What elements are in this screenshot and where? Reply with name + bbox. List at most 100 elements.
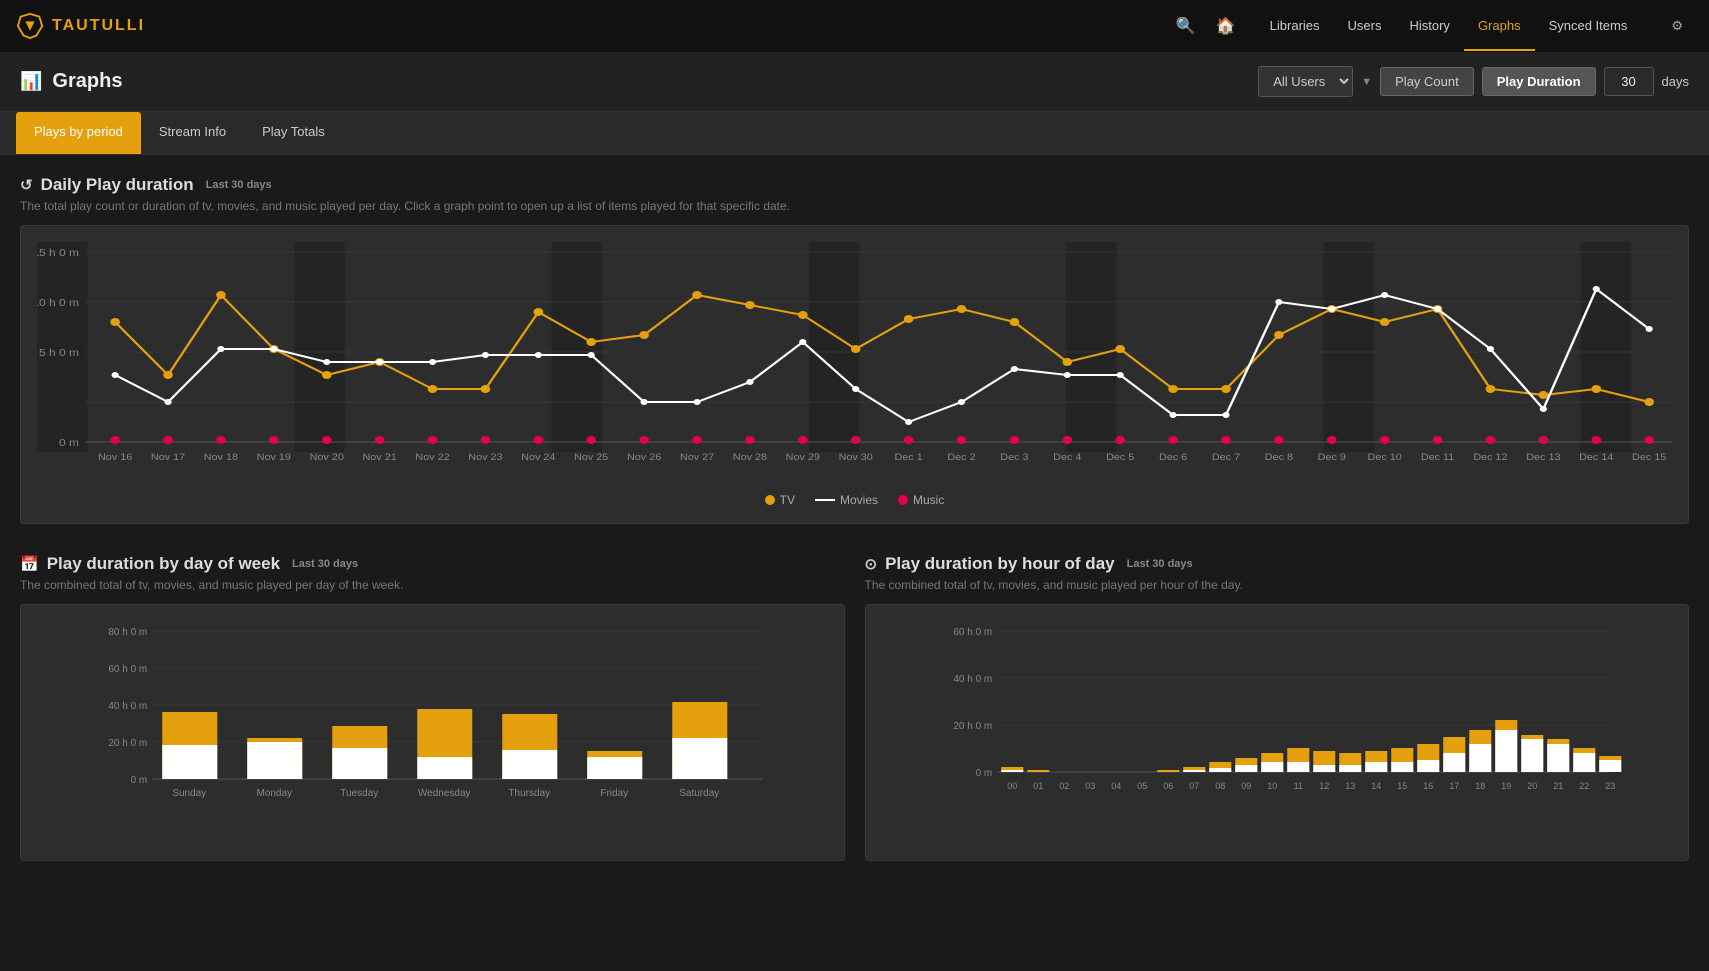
svg-text:03: 03: [1085, 781, 1095, 791]
weekly-desc: The combined total of tv, movies, and mu…: [20, 578, 845, 592]
svg-text:12: 12: [1319, 781, 1329, 791]
svg-text:Thursday: Thursday: [508, 788, 550, 799]
hourly-bar-chart: 60 h 0 m 40 h 0 m 20 h 0 m 0 m: [882, 621, 1673, 841]
legend-tv: TV: [765, 493, 795, 507]
nav-users[interactable]: Users: [1334, 2, 1396, 51]
svg-text:80 h 0 m: 80 h 0 m: [108, 627, 147, 638]
search-icon[interactable]: 🔍: [1176, 16, 1196, 36]
svg-text:5 h 0 m: 5 h 0 m: [39, 348, 79, 359]
play-duration-button[interactable]: Play Duration: [1482, 67, 1596, 96]
bar-thursday-movies: [502, 750, 557, 779]
play-count-button[interactable]: Play Count: [1380, 67, 1474, 96]
header-controls: All Users ▼ Play Count Play Duration day…: [1258, 66, 1689, 97]
svg-text:Dec 5: Dec 5: [1106, 453, 1135, 463]
svg-text:06: 06: [1163, 781, 1173, 791]
calendar-icon: 📅: [20, 555, 39, 573]
svg-text:07: 07: [1189, 781, 1199, 791]
user-select[interactable]: All Users: [1258, 66, 1353, 97]
svg-text:10: 10: [1267, 781, 1277, 791]
svg-text:Nov 19: Nov 19: [257, 453, 292, 463]
legend-movies: Movies: [815, 493, 878, 507]
weekly-title: 📅 Play duration by day of week Last 30 d…: [20, 554, 845, 574]
svg-text:09: 09: [1241, 781, 1251, 791]
navbar: TAUTULLI 🔍 🏠 Libraries Users History Gra…: [0, 0, 1709, 52]
hourly-title: ⊙ Play duration by hour of day Last 30 d…: [865, 554, 1690, 574]
daily-chart-container: 15 h 0 m 10 h 0 m 5 h 0 m 0 m: [20, 225, 1689, 524]
hourly-section: ⊙ Play duration by hour of day Last 30 d…: [865, 554, 1690, 861]
nav-history[interactable]: History: [1395, 2, 1463, 51]
daily-title: ↺ Daily Play duration Last 30 days: [20, 175, 1689, 195]
tabs-bar: Plays by period Stream Info Play Totals: [0, 112, 1709, 155]
svg-text:Nov 21: Nov 21: [363, 453, 398, 463]
svg-text:Dec 7: Dec 7: [1212, 453, 1241, 463]
svg-text:0 m: 0 m: [975, 768, 992, 779]
svg-text:Dec 3: Dec 3: [1000, 453, 1029, 463]
svg-text:Nov 27: Nov 27: [680, 453, 715, 463]
svg-text:Nov 25: Nov 25: [574, 453, 609, 463]
bar-friday-movies: [587, 757, 642, 779]
svg-text:60 h 0 m: 60 h 0 m: [953, 627, 992, 638]
svg-text:14: 14: [1371, 781, 1381, 791]
daily-desc: The total play count or duration of tv, …: [20, 199, 1689, 213]
svg-text:19: 19: [1501, 781, 1511, 791]
svg-text:02: 02: [1059, 781, 1069, 791]
svg-text:0 m: 0 m: [59, 438, 79, 449]
svg-text:40 h 0 m: 40 h 0 m: [953, 674, 992, 685]
svg-text:15 h 0 m: 15 h 0 m: [37, 248, 79, 259]
svg-text:Dec 6: Dec 6: [1159, 453, 1188, 463]
svg-text:18: 18: [1475, 781, 1485, 791]
tab-plays-by-period[interactable]: Plays by period: [16, 112, 141, 154]
svg-text:Nov 20: Nov 20: [310, 453, 345, 463]
daily-legend: TV Movies Music: [37, 493, 1672, 507]
svg-text:Nov 23: Nov 23: [468, 453, 503, 463]
svg-text:Nov 24: Nov 24: [521, 453, 556, 463]
home-icon[interactable]: 🏠: [1216, 16, 1236, 36]
hourly-desc: The combined total of tv, movies, and mu…: [865, 578, 1690, 592]
svg-text:Dec 11: Dec 11: [1421, 453, 1455, 463]
svg-text:Sunday: Sunday: [172, 788, 206, 799]
svg-text:Dec 15: Dec 15: [1632, 453, 1667, 463]
svg-text:Dec 10: Dec 10: [1368, 453, 1403, 463]
svg-text:00: 00: [1007, 781, 1017, 791]
weekly-chart-container: 80 h 0 m 60 h 0 m 40 h 0 m 20 h 0 m 0 m: [20, 604, 845, 861]
days-input[interactable]: [1604, 67, 1654, 96]
svg-text:17: 17: [1449, 781, 1459, 791]
svg-text:04: 04: [1111, 781, 1121, 791]
svg-text:Nov 17: Nov 17: [151, 453, 186, 463]
svg-text:40 h 0 m: 40 h 0 m: [108, 701, 147, 712]
svg-text:60 h 0 m: 60 h 0 m: [108, 664, 147, 675]
graphs-icon: 📊: [20, 71, 42, 92]
tab-stream-info[interactable]: Stream Info: [141, 112, 244, 154]
svg-text:Tuesday: Tuesday: [340, 788, 378, 799]
svg-text:Dec 8: Dec 8: [1265, 453, 1294, 463]
nav-graphs[interactable]: Graphs: [1464, 2, 1535, 51]
svg-text:Nov 28: Nov 28: [733, 453, 768, 463]
bar-monday-movies: [247, 742, 302, 779]
svg-text:23: 23: [1605, 781, 1615, 791]
nav-synced-items[interactable]: Synced Items: [1535, 2, 1642, 51]
svg-text:11: 11: [1293, 781, 1302, 791]
nav-libraries[interactable]: Libraries: [1256, 2, 1334, 51]
tab-play-totals[interactable]: Play Totals: [244, 112, 343, 154]
clock-icon: ⊙: [865, 555, 878, 573]
svg-text:Dec 2: Dec 2: [947, 453, 976, 463]
hourly-chart-container: 60 h 0 m 40 h 0 m 20 h 0 m 0 m: [865, 604, 1690, 861]
legend-music: Music: [898, 493, 944, 507]
svg-text:Wednesday: Wednesday: [418, 788, 471, 799]
settings-icon[interactable]: ⚙: [1661, 2, 1693, 50]
page-header: 📊 Graphs All Users ▼ Play Count Play Dur…: [0, 52, 1709, 112]
svg-text:15: 15: [1397, 781, 1407, 791]
svg-text:Nov 26: Nov 26: [627, 453, 662, 463]
logo[interactable]: TAUTULLI: [16, 12, 145, 40]
history-icon: ↺: [20, 176, 33, 194]
bar-wednesday-movies: [417, 757, 472, 779]
bar-tuesday-movies: [332, 748, 387, 779]
svg-text:20: 20: [1527, 781, 1537, 791]
daily-play-duration-section: ↺ Daily Play duration Last 30 days The t…: [20, 175, 1689, 524]
main-content: ↺ Daily Play duration Last 30 days The t…: [0, 155, 1709, 881]
bottom-row: 📅 Play duration by day of week Last 30 d…: [20, 554, 1689, 861]
svg-text:Saturday: Saturday: [679, 788, 719, 799]
days-label: days: [1662, 74, 1689, 89]
svg-text:10 h 0 m: 10 h 0 m: [37, 298, 79, 309]
svg-text:Nov 22: Nov 22: [415, 453, 450, 463]
